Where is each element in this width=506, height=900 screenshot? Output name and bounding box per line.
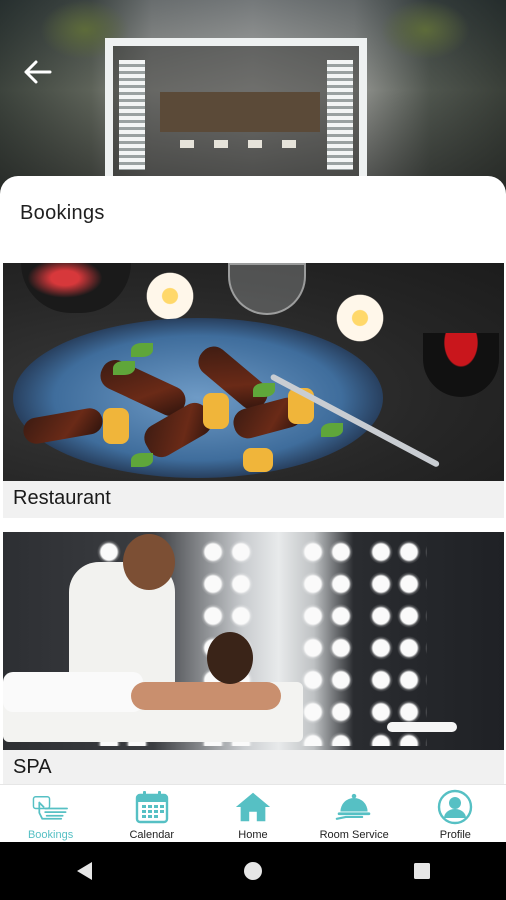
bottom-nav: Bookings Calendar Home Room Service Prof… (0, 784, 506, 842)
user-circle-icon (436, 789, 474, 825)
bar-counter (160, 92, 320, 132)
massage-spa-photo (3, 532, 504, 750)
home-circle-icon (243, 862, 262, 880)
nav-bookings[interactable]: Bookings (1, 785, 101, 843)
arrow-left-icon (24, 60, 52, 84)
page-title: Bookings (20, 202, 105, 224)
restaurant-card[interactable]: Restaurant (3, 263, 504, 518)
back-button[interactable] (22, 58, 54, 86)
back-triangle-icon (77, 862, 93, 880)
palm-tree (380, 0, 470, 60)
cloche-icon (335, 789, 373, 825)
home-icon (234, 789, 272, 825)
spa-card[interactable]: SPA (3, 532, 504, 784)
nav-label: Room Service (319, 829, 389, 841)
recents-square-icon (413, 863, 430, 879)
plate (13, 318, 383, 478)
nav-label: Bookings (27, 829, 74, 841)
system-recents-button[interactable] (402, 851, 442, 891)
nav-profile[interactable]: Profile (405, 785, 505, 843)
card-label: Restaurant (13, 487, 111, 509)
nav-label: Home (238, 829, 268, 841)
card-label: SPA (13, 756, 52, 778)
system-nav-bar (0, 842, 506, 900)
nav-home[interactable]: Home (203, 785, 303, 843)
plated-food-photo (3, 263, 504, 481)
frangipani-flower (333, 291, 387, 345)
bookings-sheet: Bookings Restaurant SPA (0, 176, 506, 784)
calendar-icon (133, 789, 171, 825)
system-home-button[interactable] (233, 851, 273, 891)
nav-room-service[interactable]: Room Service (304, 785, 404, 843)
system-back-button[interactable] (64, 851, 104, 891)
frangipani-flower (143, 269, 197, 323)
nav-label: Profile (439, 829, 471, 841)
hero-resort-image (0, 0, 506, 200)
hand-touch-icon (32, 789, 70, 825)
nav-calendar[interactable]: Calendar (102, 785, 202, 843)
nav-label: Calendar (129, 829, 175, 841)
bar-stools (180, 140, 310, 148)
sauce-bowl (423, 333, 499, 397)
